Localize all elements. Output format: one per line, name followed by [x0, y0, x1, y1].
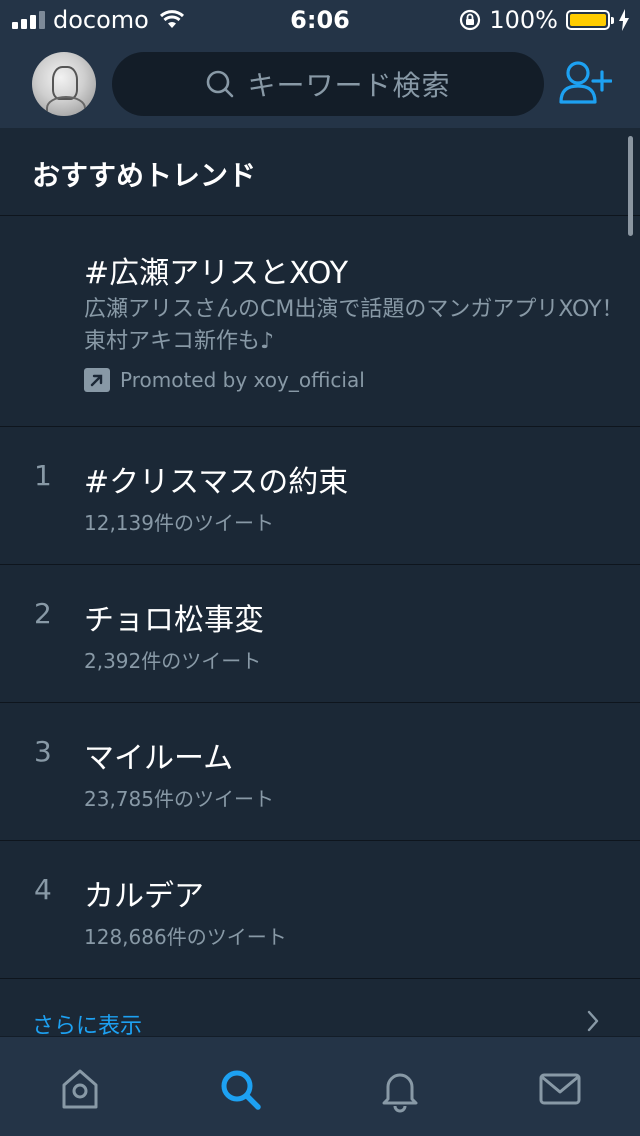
trend-rank: 1 [34, 459, 52, 492]
trend-count: 2,392件のツイート [84, 649, 262, 673]
trend-item[interactable]: 4 カルデア 128,686件のツイート [0, 841, 640, 979]
promoted-title: #広瀬アリスとXOY [84, 256, 349, 291]
chevron-right-icon [587, 1010, 599, 1032]
promoted-description: 広瀬アリスさんのCM出演で話題のマンガアプリXOY！東村アキコ新作も♪ [84, 297, 624, 354]
trend-name: マイルーム [84, 741, 234, 776]
tab-bar [0, 1036, 640, 1136]
messages-icon[interactable] [536, 1065, 584, 1113]
trend-rank: 4 [34, 873, 52, 906]
trend-count: 12,139件のツイート [84, 511, 274, 535]
promoted-by: Promoted by xoy_official [84, 368, 365, 392]
orientation-lock-icon [460, 9, 481, 31]
trend-name: チョロ松事変 [84, 603, 264, 638]
search-placeholder: キーワード検索 [247, 69, 451, 102]
header: キーワード検索 [0, 40, 640, 128]
add-user-icon[interactable] [558, 58, 612, 108]
search-input[interactable]: キーワード検索 [112, 52, 544, 116]
trend-rank: 3 [34, 735, 52, 768]
show-more-link[interactable]: さらに表示 [0, 978, 640, 1039]
section-title: おすすめトレンド [32, 159, 257, 192]
status-bar: docomo 6:06 100% [0, 0, 640, 40]
avatar[interactable] [32, 52, 96, 116]
trend-item[interactable]: 3 マイルーム 23,785件のツイート [0, 703, 640, 841]
home-icon[interactable] [56, 1065, 104, 1113]
trend-item[interactable]: 2 チョロ松事変 2,392件のツイート [0, 565, 640, 703]
charging-icon [619, 9, 629, 31]
trend-name: カルデア [84, 879, 204, 914]
promoted-icon [84, 368, 110, 392]
trend-rank: 2 [34, 597, 52, 630]
promoted-by-label: Promoted by xoy_official [120, 368, 365, 392]
trend-count: 23,785件のツイート [84, 787, 274, 811]
notifications-icon[interactable] [376, 1065, 424, 1113]
section-header: おすすめトレンド [0, 128, 640, 216]
trend-count: 128,686件のツイート [84, 925, 287, 949]
battery-percent: 100% [489, 6, 558, 34]
battery-level [570, 14, 606, 26]
promoted-trend[interactable]: #広瀬アリスとXOY 広瀬アリスさんのCM出演で話題のマンガアプリXOY！東村ア… [0, 216, 640, 427]
search-icon[interactable] [216, 1065, 264, 1113]
search-icon [207, 70, 234, 98]
status-right: 100% [459, 6, 630, 34]
trend-item[interactable]: 1 #クリスマスの約束 12,139件のツイート [0, 427, 640, 565]
battery-icon [566, 10, 614, 30]
trend-name: #クリスマスの約束 [84, 465, 349, 500]
